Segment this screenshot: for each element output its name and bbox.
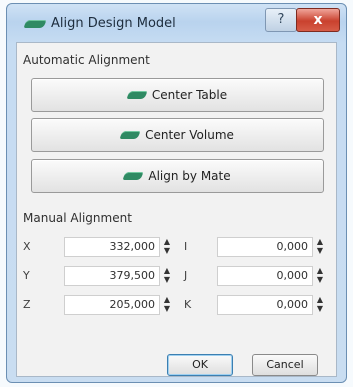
y-spinner[interactable]: ▲ ▼ <box>162 266 172 286</box>
center-table-label: Center Table <box>151 88 228 102</box>
axis-label-i: I <box>184 240 188 253</box>
axis-label-y: Y <box>23 269 30 282</box>
automatic-alignment-label: Automatic Alignment <box>23 53 150 67</box>
k-field[interactable]: 0,000 <box>217 295 313 315</box>
j-field[interactable]: 0,000 <box>217 266 313 286</box>
model-icon <box>122 172 144 180</box>
axis-label-z: Z <box>23 298 31 311</box>
close-button[interactable]: x <box>296 8 340 32</box>
ok-button[interactable]: OK <box>167 354 233 376</box>
title-bar[interactable]: Align Design Model ? x <box>7 4 346 32</box>
manual-alignment-label: Manual Alignment <box>23 211 132 225</box>
i-spinner[interactable]: ▲ ▼ <box>315 237 325 257</box>
axis-label-x: X <box>23 240 31 253</box>
k-spinner[interactable]: ▲ ▼ <box>315 295 325 315</box>
y-field[interactable]: 379,500 <box>64 266 160 286</box>
dialog-body: Automatic Alignment Center Table Center … <box>16 42 337 377</box>
center-volume-label: Center Volume <box>145 128 234 142</box>
center-volume-button[interactable]: Center Volume <box>31 118 324 152</box>
z-spinner[interactable]: ▲ ▼ <box>162 295 172 315</box>
axis-label-j: J <box>184 269 188 282</box>
model-icon <box>119 131 141 139</box>
i-field[interactable]: 0,000 <box>217 237 313 257</box>
dialog-window: Align Design Model ? x Automatic Alignme… <box>6 3 347 383</box>
center-table-button[interactable]: Center Table <box>31 78 324 112</box>
x-field[interactable]: 332,000 <box>64 237 160 257</box>
app-icon <box>23 20 47 28</box>
cancel-button[interactable]: Cancel <box>252 354 318 376</box>
z-field[interactable]: 205,000 <box>64 295 160 315</box>
align-by-mate-label: Align by Mate <box>148 169 231 183</box>
dialog-title: Align Design Model <box>51 16 176 31</box>
j-spinner[interactable]: ▲ ▼ <box>315 266 325 286</box>
axis-label-k: K <box>184 298 192 311</box>
align-by-mate-button[interactable]: Align by Mate <box>31 159 324 193</box>
help-button[interactable]: ? <box>265 8 297 32</box>
model-icon <box>126 91 148 99</box>
x-spinner[interactable]: ▲ ▼ <box>162 237 172 257</box>
